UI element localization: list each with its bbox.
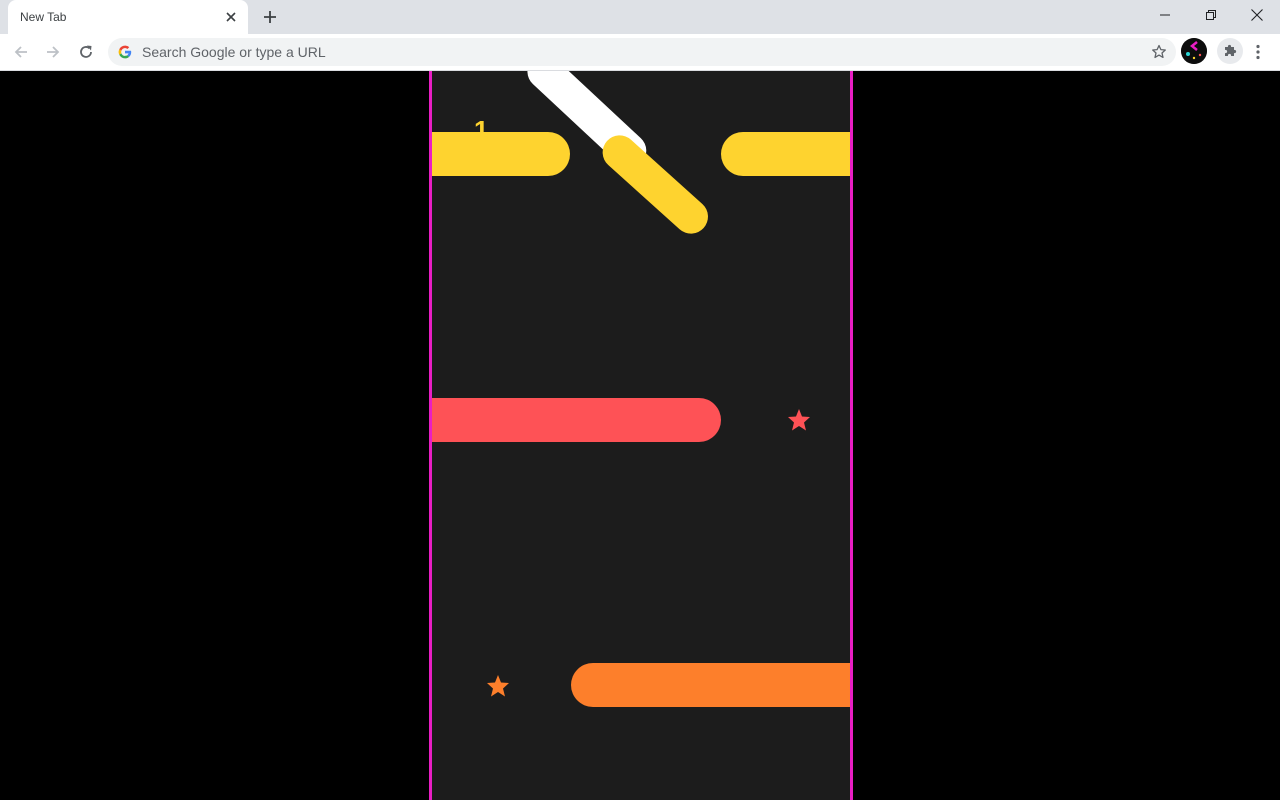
profile-avatar[interactable]	[1181, 38, 1207, 64]
reload-button[interactable]	[73, 39, 99, 65]
page-viewport: 1	[0, 71, 1280, 800]
score-counter: 1	[474, 115, 489, 145]
yellow-stick	[595, 128, 715, 241]
red-star-icon	[788, 409, 810, 431]
kebab-menu-icon	[1256, 44, 1260, 60]
tab-title: New Tab	[20, 10, 67, 24]
browser-menu-button[interactable]	[1248, 39, 1268, 65]
bookmark-button[interactable]	[1150, 43, 1168, 61]
omnibox[interactable]: Search Google or type a URL	[108, 38, 1176, 66]
restore-button[interactable]	[1188, 0, 1234, 30]
orange-bar	[571, 663, 850, 707]
minimize-icon	[1160, 14, 1170, 16]
google-g-icon	[118, 45, 132, 59]
arrow-right-icon	[47, 46, 60, 58]
minimize-button[interactable]	[1142, 0, 1188, 30]
close-window-button[interactable]	[1234, 0, 1280, 30]
extensions-button[interactable]	[1217, 38, 1243, 64]
star-outline-icon	[1152, 44, 1166, 59]
game-canvas[interactable]: 1	[429, 71, 853, 800]
puzzle-icon	[1225, 44, 1237, 56]
close-icon	[1251, 9, 1263, 21]
yellow-bar-left	[432, 132, 570, 176]
restore-icon	[1206, 10, 1216, 20]
yellow-bar-right	[721, 132, 850, 176]
orange-star-icon	[487, 675, 509, 697]
plus-icon	[264, 11, 276, 23]
browser-toolbar: Search Google or type a URL	[0, 34, 1280, 71]
reload-icon	[80, 45, 92, 58]
new-tab-button[interactable]	[258, 5, 282, 29]
omnibox-placeholder: Search Google or type a URL	[142, 44, 326, 60]
avatar-icon	[1181, 38, 1207, 64]
forward-button[interactable]	[40, 39, 66, 65]
close-tab-icon[interactable]	[222, 8, 240, 26]
tab-strip: New Tab	[0, 0, 1280, 34]
back-button[interactable]	[8, 39, 34, 65]
arrow-left-icon	[14, 46, 27, 58]
red-bar	[432, 398, 721, 442]
tab-new-tab[interactable]: New Tab	[8, 0, 248, 34]
